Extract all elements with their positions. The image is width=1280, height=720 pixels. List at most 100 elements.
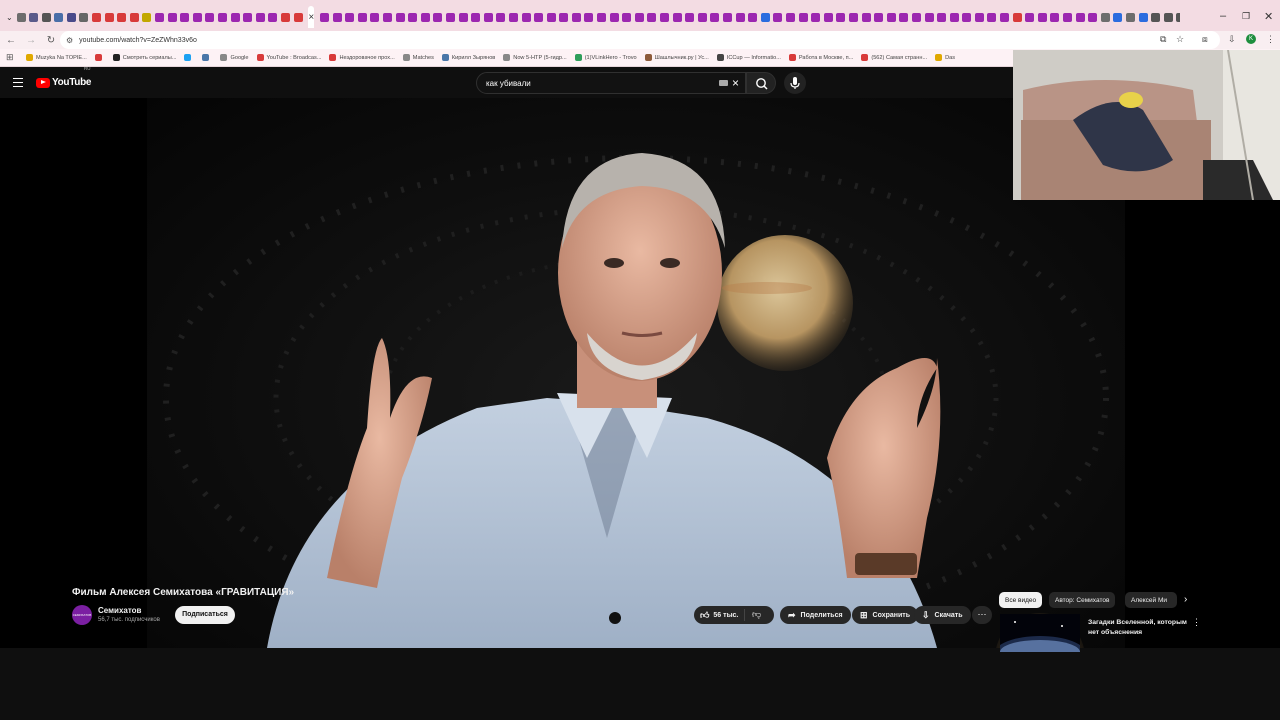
tab-favicon[interactable] <box>357 12 367 22</box>
tab-favicon[interactable] <box>748 12 758 22</box>
search-button[interactable] <box>746 72 776 94</box>
tab-favicon[interactable] <box>104 12 114 22</box>
tab-favicon[interactable] <box>546 12 556 22</box>
tab-favicon[interactable] <box>886 12 896 22</box>
forward-icon[interactable]: → <box>22 35 40 46</box>
tab-favicon[interactable] <box>433 12 443 22</box>
tab-favicon[interactable] <box>268 12 278 22</box>
download-button[interactable]: ⇩ Скачать <box>914 606 971 624</box>
tab-favicon[interactable] <box>218 12 227 22</box>
address-bar[interactable]: ⚙ youtube.com/watch?v=ZeZWhn33v6o <box>60 31 1220 49</box>
tab-favicon[interactable] <box>471 12 481 22</box>
bookmark-item[interactable] <box>94 54 105 61</box>
tab-favicon[interactable] <box>609 12 619 22</box>
browser-menu-icon[interactable]: ⋮ <box>1266 34 1275 45</box>
bookmark-item[interactable]: Now 5-HTP (5-гидр... <box>503 54 567 61</box>
bookmark-item[interactable]: (562) Самая странн... <box>861 54 927 61</box>
tab-favicon[interactable] <box>320 12 329 22</box>
tab-favicon[interactable] <box>534 12 544 22</box>
bookmark-star-icon[interactable]: ☆ <box>1176 34 1184 45</box>
tab-favicon[interactable] <box>559 12 569 22</box>
tab-favicon[interactable] <box>773 12 783 22</box>
tab-favicon[interactable] <box>129 12 139 22</box>
tab-favicon[interactable] <box>937 12 947 22</box>
recommendation-title[interactable]: Загадки Вселенной, которым нет объяснени… <box>1088 618 1188 638</box>
tab-favicon[interactable] <box>848 12 858 22</box>
tab-favicon[interactable] <box>1088 12 1098 22</box>
tab-favicon[interactable] <box>243 12 253 22</box>
tab-favicon[interactable] <box>1100 12 1110 22</box>
active-tab[interactable]: × <box>308 6 315 28</box>
tab-favicon[interactable] <box>798 12 808 22</box>
downloads-icon[interactable]: ⇩ <box>1228 34 1236 45</box>
more-actions-button[interactable]: ⋯ <box>972 606 992 624</box>
subscribe-button[interactable]: Подписаться <box>175 606 235 624</box>
tab-close-icon[interactable]: × <box>308 12 314 23</box>
chip-all-videos[interactable]: Все видео <box>999 592 1043 608</box>
tab-favicon[interactable] <box>332 12 342 22</box>
tab-favicon[interactable] <box>962 12 972 22</box>
tab-favicon[interactable] <box>155 12 165 22</box>
bookmark-item[interactable] <box>184 54 194 61</box>
voice-search-button[interactable] <box>784 72 806 94</box>
bookmark-item[interactable]: Muzyka Na TOPIE... <box>26 54 87 61</box>
tab-favicon[interactable] <box>255 12 265 22</box>
tab-favicon[interactable] <box>811 12 821 22</box>
bookmark-item[interactable]: Matches <box>402 54 434 61</box>
channel-avatar[interactable]: СЕМИХАТОВ <box>72 605 92 625</box>
bookmark-item[interactable]: Работа в Москве, п... <box>788 54 853 61</box>
tab-favicon[interactable] <box>760 12 770 22</box>
tab-favicon[interactable] <box>874 12 884 22</box>
tab-favicon[interactable] <box>293 12 303 22</box>
tab-favicon[interactable] <box>1000 12 1010 22</box>
tab-favicon[interactable] <box>1163 12 1173 22</box>
bookmark-item[interactable]: Das <box>935 54 955 61</box>
tab-favicon[interactable] <box>924 12 934 22</box>
tab-favicon[interactable] <box>370 12 380 22</box>
share-button[interactable]: ➦ Поделиться <box>780 606 851 624</box>
tab-favicon[interactable] <box>408 12 418 22</box>
tab-favicon[interactable] <box>1151 12 1161 22</box>
tab-favicon[interactable] <box>395 12 405 22</box>
tab-favicon[interactable] <box>823 12 833 22</box>
tab-favicon[interactable] <box>508 12 518 22</box>
reload-icon[interactable]: ↻ <box>42 35 60 46</box>
youtube-logo[interactable]: YouTube <box>36 77 92 88</box>
tab-favicon[interactable] <box>92 12 102 22</box>
tab-favicon[interactable] <box>1138 12 1148 22</box>
tab-favicon[interactable] <box>1025 12 1035 22</box>
tab-favicon[interactable] <box>420 12 430 22</box>
tab-favicon[interactable] <box>29 12 39 22</box>
tab-favicon[interactable] <box>483 12 493 22</box>
chip-related[interactable]: Алексей Ми <box>1125 592 1177 608</box>
keyboard-icon[interactable] <box>719 80 728 86</box>
tab-favicon[interactable] <box>142 12 152 22</box>
tab-favicon[interactable] <box>899 12 909 22</box>
tab-favicon[interactable] <box>672 12 682 22</box>
dislike-button[interactable]: 👎︎ <box>752 609 761 620</box>
tab-favicon[interactable] <box>723 12 732 22</box>
tab-favicon[interactable] <box>458 12 468 22</box>
tab-favicon[interactable] <box>710 12 720 22</box>
extensions-icon[interactable]: ⧈ <box>1202 34 1208 45</box>
recommendation-menu-icon[interactable]: ⋮ <box>1192 617 1201 628</box>
tab-favicon[interactable] <box>987 12 997 22</box>
tab-favicon[interactable] <box>861 12 871 22</box>
tab-favicon[interactable] <box>634 12 644 22</box>
tab-favicon[interactable] <box>1075 12 1085 22</box>
bookmark-item[interactable]: YouTube : Broadcas... <box>256 54 321 61</box>
profile-avatar[interactable]: K <box>1246 34 1256 44</box>
apps-icon[interactable]: ⊞ <box>6 52 14 63</box>
tab-favicon[interactable] <box>1012 12 1022 22</box>
bookmark-item[interactable]: Кирилл Зырянов <box>441 54 495 61</box>
tab-favicon[interactable] <box>785 12 795 22</box>
install-icon[interactable]: ⧉ <box>1160 34 1166 45</box>
back-icon[interactable]: ← <box>2 35 20 46</box>
recommendation-thumbnail[interactable] <box>1000 614 1080 652</box>
bookmark-item[interactable]: Шашлычник.ру | Ус... <box>644 54 709 61</box>
tab-favicon[interactable] <box>382 12 392 22</box>
tab-favicon[interactable] <box>1176 12 1180 22</box>
tab-favicon[interactable] <box>54 12 64 22</box>
tab-favicon[interactable] <box>205 12 215 22</box>
tab-favicon[interactable] <box>1037 12 1047 22</box>
